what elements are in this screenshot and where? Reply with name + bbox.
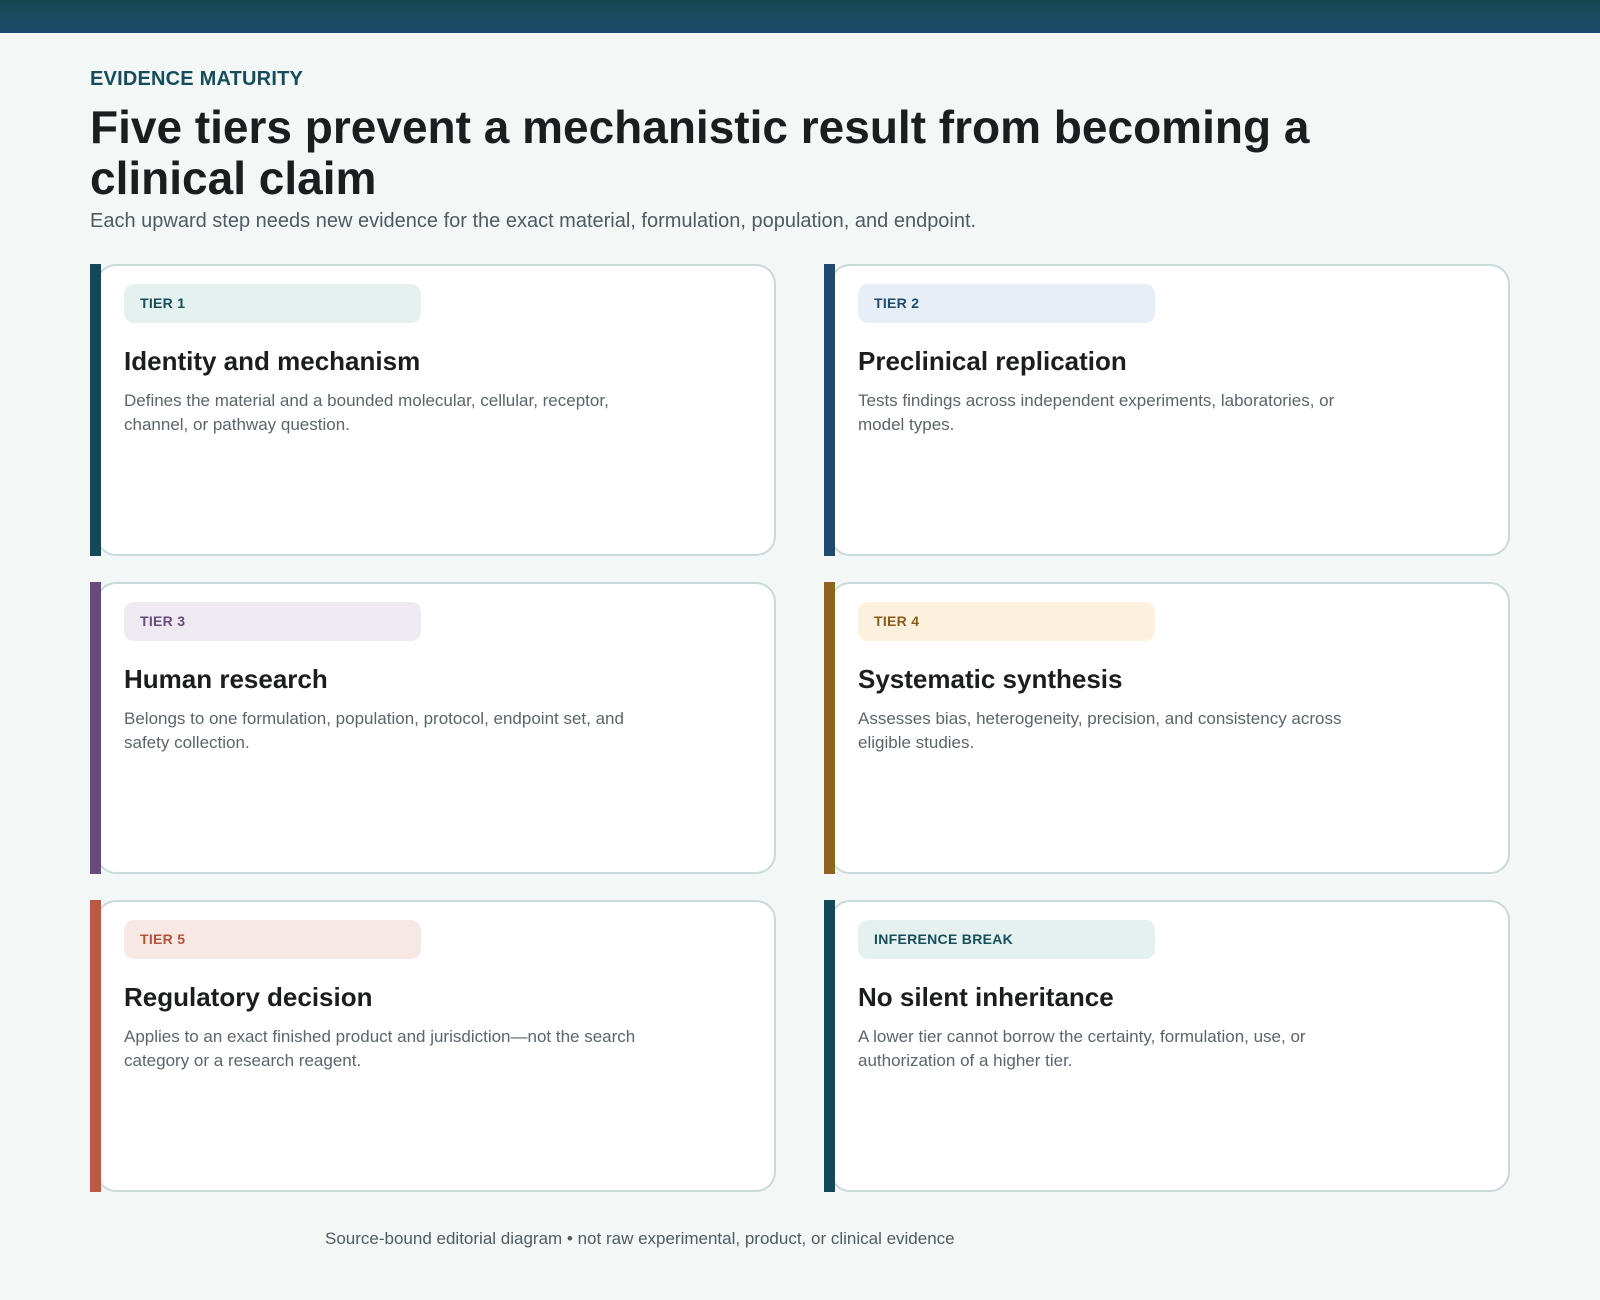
tier-card-1: TIER 1 Identity and mechanism Defines th… (90, 264, 776, 556)
card-title: Systematic synthesis (858, 664, 1123, 694)
card-title: Regulatory decision (124, 982, 373, 1012)
tier-badge: TIER 1 (124, 284, 421, 323)
tier-card-3: TIER 3 Human research Belongs to one for… (90, 582, 776, 874)
card-accent-bar (824, 264, 835, 556)
section-eyebrow: EVIDENCE MATURITY (90, 68, 304, 90)
page-subtitle: Each upward step needs new evidence for … (90, 210, 977, 232)
card-accent-bar (90, 900, 101, 1192)
card-title: Identity and mechanism (124, 346, 421, 376)
card-description: Applies to an exact finished product and… (124, 1027, 636, 1070)
footer-note: Source-bound editorial diagram • not raw… (325, 1229, 955, 1248)
card-description: Defines the material and a bounded molec… (124, 391, 609, 434)
card-description: Belongs to one formulation, population, … (124, 709, 624, 752)
card-description: Assesses bias, heterogeneity, precision,… (858, 709, 1342, 752)
inference-break-card: INFERENCE BREAK No silent inheritance A … (824, 900, 1510, 1192)
tier-badge: TIER 3 (124, 602, 421, 641)
card-title: No silent inheritance (858, 982, 1114, 1012)
card-accent-bar (824, 900, 835, 1192)
card-description: A lower tier cannot borrow the certainty… (858, 1027, 1306, 1070)
tier-card-5: TIER 5 Regulatory decision Applies to an… (90, 900, 776, 1192)
card-title: Preclinical replication (858, 346, 1127, 376)
tier-card-4: TIER 4 Systematic synthesis Assesses bia… (824, 582, 1510, 874)
tier-badge: TIER 4 (858, 602, 1155, 641)
tier-badge: TIER 5 (124, 920, 421, 959)
card-description: Tests findings across independent experi… (858, 391, 1335, 434)
card-accent-bar (824, 582, 835, 874)
card-accent-bar (90, 582, 101, 874)
card-title: Human research (124, 664, 328, 694)
top-banner (0, 0, 1600, 33)
tier-badge: INFERENCE BREAK (858, 920, 1155, 959)
tier-card-2: TIER 2 Preclinical replication Tests fin… (824, 264, 1510, 556)
tier-badge: TIER 2 (858, 284, 1155, 323)
page-title: Five tiers prevent a mechanistic result … (90, 101, 1310, 204)
card-accent-bar (90, 264, 101, 556)
